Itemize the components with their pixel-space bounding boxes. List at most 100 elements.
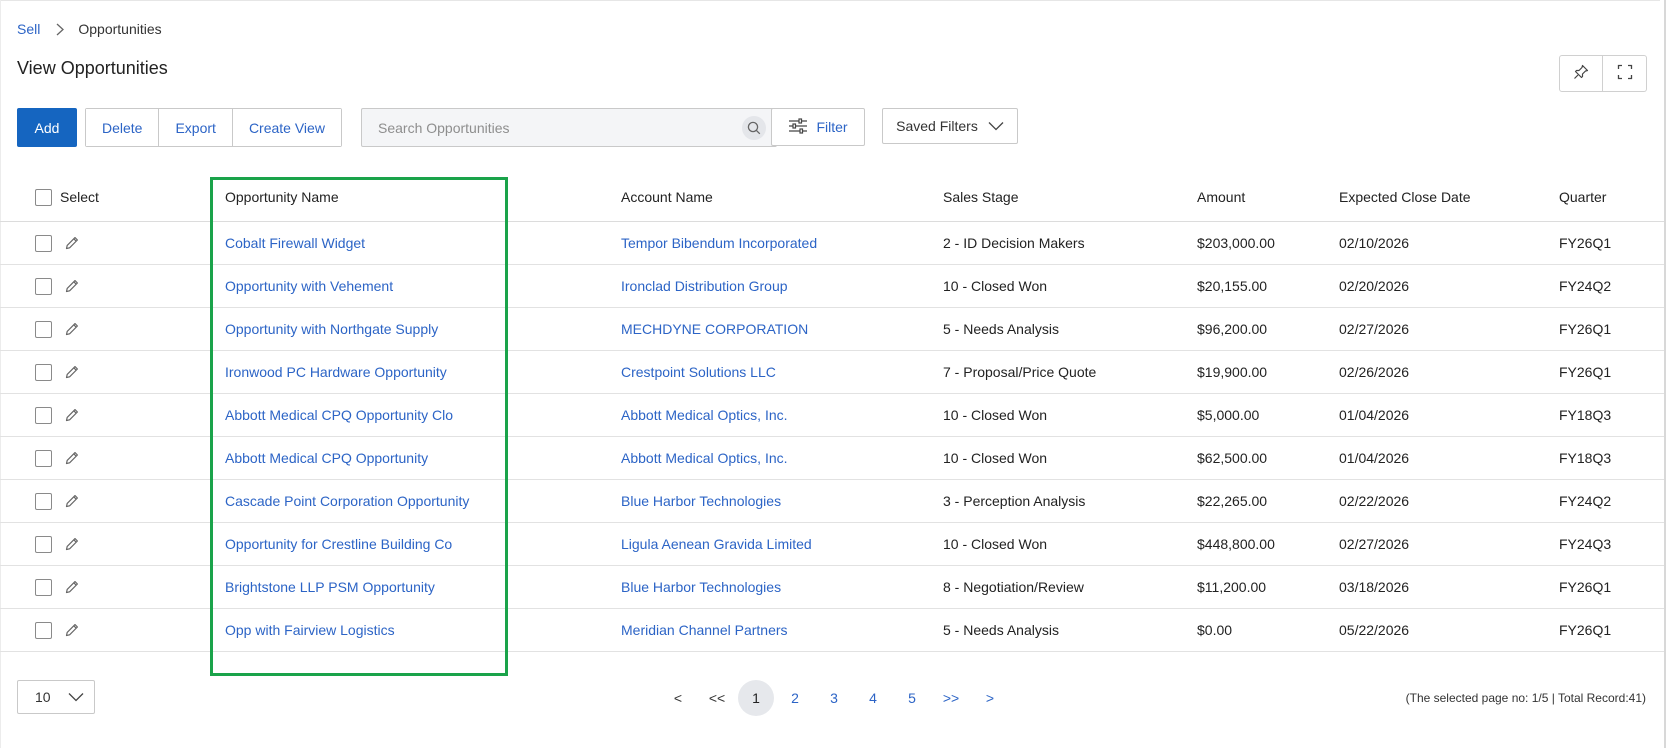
quarter-cell: FY18Q3 [1559,407,1612,423]
scrollbar-track[interactable] [1664,0,1666,748]
close-date-cell: 03/18/2026 [1339,579,1410,595]
account-name-link[interactable]: Blue Harbor Technologies [621,480,781,522]
search-input[interactable] [362,109,742,146]
pencil-icon[interactable] [64,622,80,638]
account-name-link[interactable]: Crestpoint Solutions LLC [621,351,776,393]
fullscreen-button[interactable] [1603,55,1647,92]
filter-button[interactable]: Filter [771,108,865,146]
opportunity-name-link[interactable]: Abbott Medical CPQ Opportunity Clo [225,394,453,436]
close-date-cell: 02/22/2026 [1339,493,1410,509]
view-actions [1559,55,1647,92]
delete-button[interactable]: Delete [86,109,159,146]
row-checkbox[interactable] [35,320,52,338]
pin-button[interactable] [1559,55,1603,92]
page-size-select[interactable]: 10 [17,680,95,714]
header-amount[interactable]: Amount [1197,173,1245,221]
opportunity-name-link[interactable]: Cascade Point Corporation Opportunity [225,480,469,522]
row-select-cell [35,609,80,651]
opportunity-name-link[interactable]: Opp with Fairview Logistics [225,609,395,651]
row-checkbox[interactable] [35,277,52,295]
opportunity-name-link[interactable]: Brightstone LLP PSM Opportunity [225,566,435,608]
breadcrumb-sell-link[interactable]: Sell [17,21,40,37]
table-row: Cascade Point Corporation Opportunity Blu… [0,480,1664,523]
record-info: (The selected page no: 1/5 | Total Recor… [1405,691,1646,705]
sales-stage-cell: 10 - Closed Won [943,278,1048,294]
account-name-link[interactable]: Abbott Medical Optics, Inc. [621,437,788,479]
pencil-icon[interactable] [64,493,80,509]
add-button[interactable]: Add [17,108,77,147]
table-row: Opp with Fairview Logistics Meridian Chan… [0,609,1664,652]
export-button[interactable]: Export [158,109,232,146]
row-checkbox[interactable] [35,406,52,424]
opportunities-table: Select Opportunity Name Account Name Sal… [0,173,1664,652]
opportunity-name-link[interactable]: Cobalt Firewall Widget [225,222,365,264]
account-name-link[interactable]: Tempor Bibendum Incorporated [621,222,817,264]
pager-last[interactable]: >> [933,680,969,716]
pencil-icon[interactable] [64,235,80,251]
row-select-cell [35,394,80,436]
pencil-icon[interactable] [64,579,80,595]
row-checkbox[interactable] [35,492,52,510]
table-row: Opportunity for Crestline Building Co Lig… [0,523,1664,566]
header-select-label: Select [60,189,99,205]
pencil-icon[interactable] [64,450,80,466]
account-name-link[interactable]: Meridian Channel Partners [621,609,788,651]
opportunity-name-link[interactable]: Opportunity with Northgate Supply [225,308,438,350]
pager-page-3[interactable]: 3 [816,680,852,716]
header-account-name[interactable]: Account Name [621,173,713,221]
account-name-link[interactable]: Ligula Aenean Gravida Limited [621,523,812,565]
pencil-icon[interactable] [64,407,80,423]
opportunity-name-link[interactable]: Opportunity with Vehement [225,265,393,307]
header-expected-close-date[interactable]: Expected Close Date [1339,173,1471,221]
pager-prev[interactable]: < [660,680,696,716]
row-checkbox[interactable] [35,449,52,467]
saved-filters-dropdown[interactable]: Saved Filters [882,108,1018,144]
toolbar: Add Delete Export Create View Filter Sav… [17,108,1018,147]
pager-page-1[interactable]: 1 [738,680,774,716]
header-quarter[interactable]: Quarter [1559,173,1606,221]
quarter-cell: FY26Q1 [1559,622,1612,638]
row-checkbox[interactable] [35,234,52,252]
table-row: Ironwood PC Hardware Opportunity Crestpoi… [0,351,1664,394]
account-name-link[interactable]: Blue Harbor Technologies [621,566,781,608]
amount-cell: $5,000.00 [1197,407,1260,423]
account-name-link[interactable]: Abbott Medical Optics, Inc. [621,394,788,436]
create-view-button[interactable]: Create View [231,109,341,146]
close-date-cell: 05/22/2026 [1339,622,1410,638]
pencil-icon[interactable] [64,278,80,294]
quarter-cell: FY24Q3 [1559,536,1612,552]
opportunity-name-link[interactable]: Abbott Medical CPQ Opportunity [225,437,428,479]
account-name-link[interactable]: Ironclad Distribution Group [621,265,788,307]
opportunity-name-link[interactable]: Ironwood PC Hardware Opportunity [225,351,447,393]
pager-page-5[interactable]: 5 [894,680,930,716]
amount-cell: $96,200.00 [1197,321,1268,337]
quarter-cell: FY24Q2 [1559,278,1612,294]
quarter-cell: FY26Q1 [1559,235,1612,251]
pencil-icon[interactable] [64,364,80,380]
select-all-checkbox[interactable] [35,188,52,206]
action-button-group: Delete Export Create View [85,108,342,147]
pencil-icon[interactable] [64,321,80,337]
row-checkbox[interactable] [35,621,52,639]
opportunity-name-link[interactable]: Opportunity for Crestline Building Co [225,523,452,565]
row-checkbox[interactable] [35,578,52,596]
pin-icon [1573,64,1589,83]
breadcrumb-current: Opportunities [78,21,162,37]
amount-cell: $22,265.00 [1197,493,1268,509]
frame-top-border [0,0,1660,1]
pager-page-4[interactable]: 4 [855,680,891,716]
row-checkbox[interactable] [35,363,52,381]
header-sales-stage[interactable]: Sales Stage [943,173,1019,221]
row-checkbox[interactable] [35,535,52,553]
search-icon[interactable] [742,115,766,140]
pager-next[interactable]: > [972,680,1008,716]
account-name-link[interactable]: MECHDYNE CORPORATION [621,308,808,350]
pager-page-2[interactable]: 2 [777,680,813,716]
table-body: Cobalt Firewall Widget Tempor Bibendum In… [0,222,1664,652]
sliders-icon [788,117,816,137]
row-select-cell [35,480,80,522]
page-title: View Opportunities [17,58,168,78]
pencil-icon[interactable] [64,536,80,552]
header-opportunity-name[interactable]: Opportunity Name [225,173,339,221]
pager-first[interactable]: << [699,680,735,716]
